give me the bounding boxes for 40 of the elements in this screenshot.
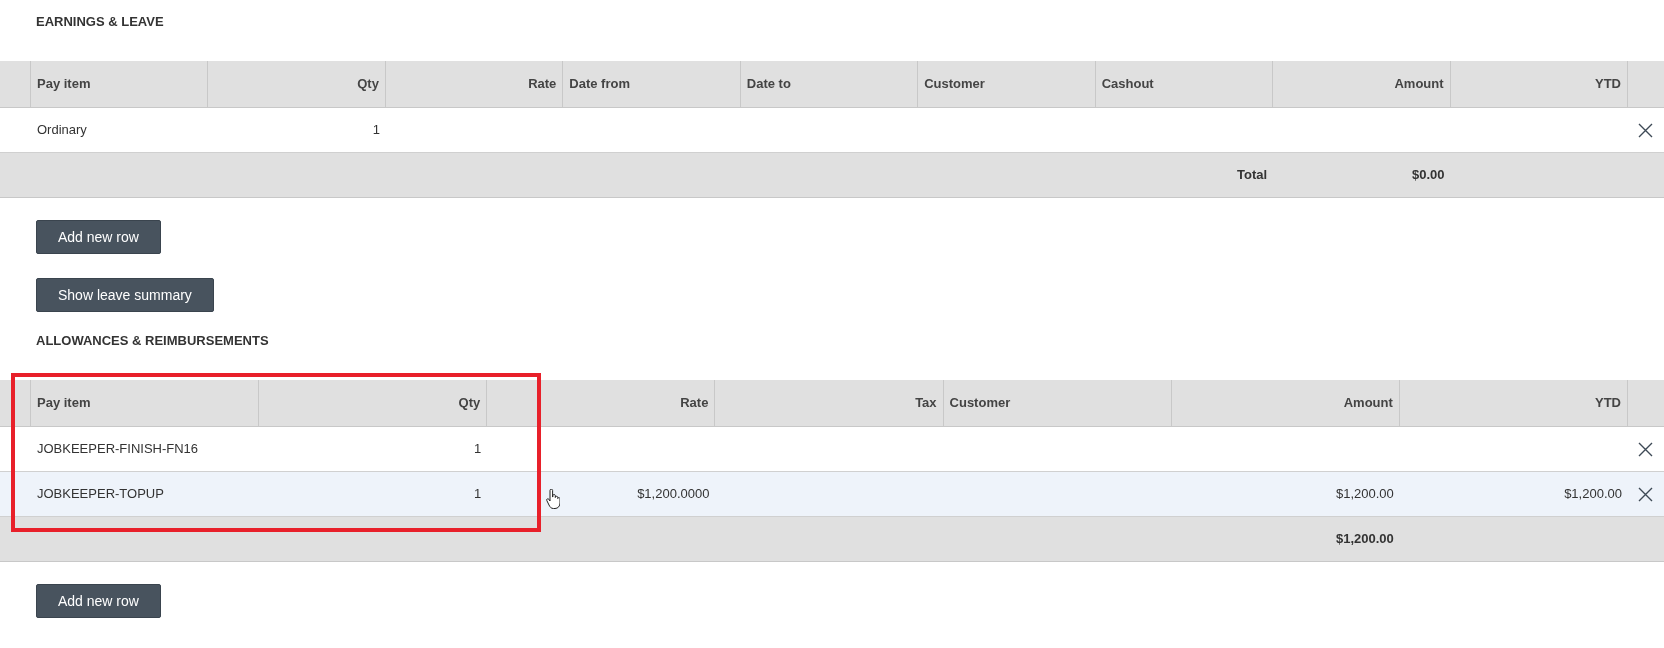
close-icon — [1638, 122, 1654, 138]
column-header: YTD — [1595, 394, 1621, 413]
table-cell-text: $1,200.00 — [1564, 485, 1622, 504]
table-cell-text: JOBKEEPER-FINISH-FN16 — [37, 440, 199, 459]
hand-cursor-icon — [546, 489, 560, 509]
close-icon — [1638, 441, 1654, 457]
column-header: Qty — [357, 75, 379, 94]
close-icon — [1638, 486, 1654, 502]
action-button[interactable]: Add new row — [36, 584, 161, 618]
remove-button[interactable] — [1638, 486, 1654, 502]
table-cell-text: JOBKEEPER-TOPUP — [37, 485, 164, 504]
table-cell-text: 1 — [474, 485, 482, 504]
action-button[interactable]: Add new row — [36, 220, 161, 254]
column-header: Rate — [528, 75, 557, 94]
column-header: Pay item — [37, 75, 91, 94]
column-header: Amount — [1343, 394, 1393, 413]
table-cell-text: Ordinary — [37, 121, 87, 140]
section-title: EARNINGS & LEAVE — [36, 13, 164, 31]
section-title: ALLOWANCES & REIMBURSEMENTS — [36, 332, 269, 350]
table-cell-text: $1,200.0000 — [637, 485, 710, 504]
table-cell-text: $1,200.00 — [1336, 485, 1394, 504]
column-header: Tax — [915, 394, 937, 413]
column-header: Rate — [680, 394, 709, 413]
remove-button[interactable] — [1638, 122, 1654, 138]
column-header: Customer — [924, 75, 985, 94]
column-header: Qty — [458, 394, 481, 413]
column-header: YTD — [1595, 75, 1621, 94]
total-value: $1,200.00 — [1336, 530, 1394, 549]
table-cell-text: 1 — [372, 121, 380, 140]
column-header: Amount — [1394, 75, 1444, 94]
total-value: Total — [1237, 166, 1268, 185]
remove-button[interactable] — [1638, 441, 1654, 457]
column-header: Date from — [569, 75, 630, 94]
column-header: Date to — [746, 75, 791, 94]
total-value: $0.00 — [1412, 166, 1445, 185]
action-button[interactable]: Show leave summary — [36, 278, 214, 312]
column-header: Pay item — [37, 394, 91, 413]
table-cell-text: 1 — [474, 440, 482, 459]
column-header: Customer — [949, 394, 1011, 413]
column-header: Cashout — [1101, 75, 1154, 94]
